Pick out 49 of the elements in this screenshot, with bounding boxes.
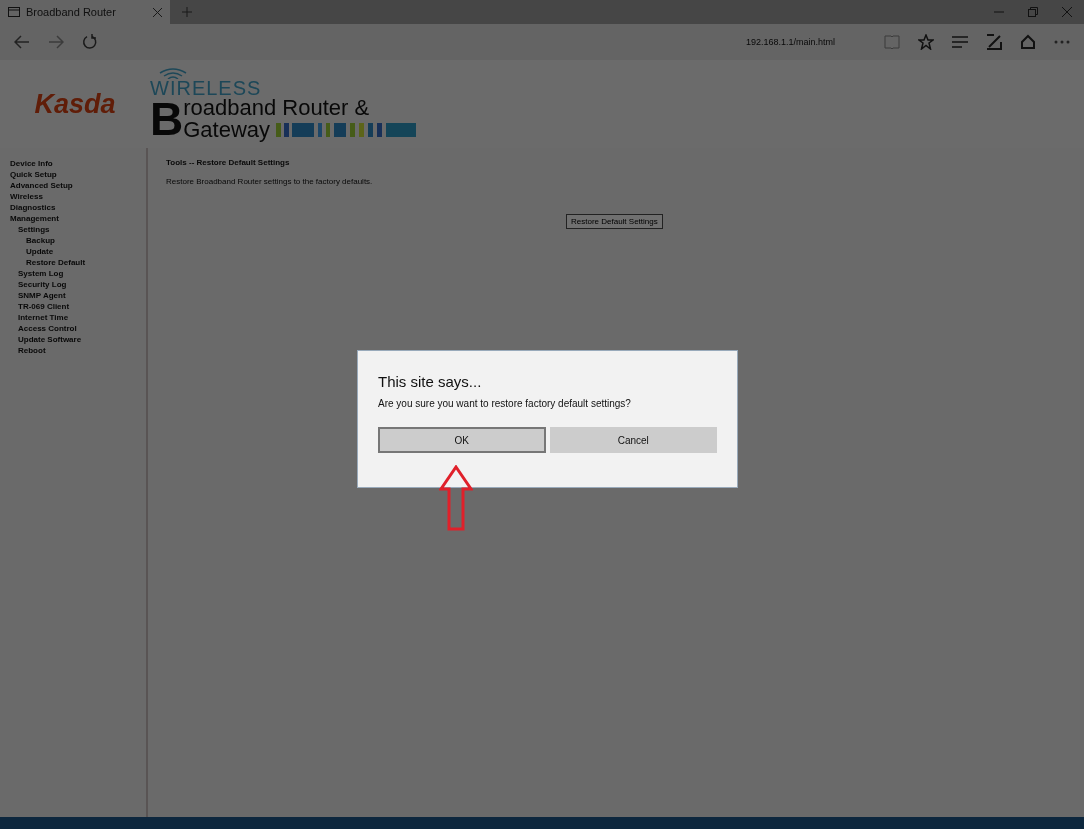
restore-icon[interactable] xyxy=(1028,7,1038,17)
sidebar-item[interactable]: System Log xyxy=(10,268,146,279)
address-bar[interactable]: 192.168.1.1/main.html xyxy=(746,37,866,47)
sidebar-item[interactable]: Update xyxy=(10,246,146,257)
description-text: Restore Broadband Router settings to the factory defaults. xyxy=(166,177,374,186)
sidebar-item[interactable]: SNMP Agent xyxy=(10,290,146,301)
refresh-icon[interactable] xyxy=(82,34,98,50)
banner-title: WIRELESS xyxy=(150,79,262,97)
sidebar-item[interactable]: Diagnostics xyxy=(10,202,146,213)
sidebar-item[interactable]: Backup xyxy=(10,235,146,246)
dialog-title: This site says... xyxy=(378,373,483,390)
sidebar-item[interactable]: Restore Default xyxy=(10,257,146,268)
sidebar-item[interactable]: TR-069 Client xyxy=(10,301,146,312)
star-icon[interactable] xyxy=(918,34,934,50)
reading-view-icon[interactable] xyxy=(884,35,900,49)
sidebar-item[interactable]: Quick Setup xyxy=(10,169,146,180)
restore-default-button[interactable]: Restore Default Settings xyxy=(566,214,663,229)
sidebar-item[interactable]: Security Log xyxy=(10,279,146,290)
back-icon[interactable] xyxy=(14,35,30,49)
tab-title: Broadband Router xyxy=(26,6,116,18)
sidebar-item[interactable]: Wireless xyxy=(10,191,146,202)
close-icon[interactable] xyxy=(1062,7,1072,17)
sidebar-item[interactable]: Update Software xyxy=(10,334,146,345)
dialog-button[interactable]: OK xyxy=(378,427,546,453)
new-tab-icon[interactable] xyxy=(182,7,192,17)
banner-title: Gateway xyxy=(183,119,271,141)
sidebar-item[interactable]: Access Control xyxy=(10,323,146,334)
banner-letter: B xyxy=(150,97,184,141)
dialog-message: Are you sure you want to restore factory default settings? xyxy=(378,398,632,409)
dialog-button[interactable]: Cancel xyxy=(549,427,717,453)
sidebar-item[interactable]: Management xyxy=(10,213,146,224)
sidebar-item[interactable]: Device Info xyxy=(10,158,146,169)
sidebar-item[interactable]: Settings xyxy=(10,224,146,235)
more-icon[interactable] xyxy=(1054,40,1070,44)
close-icon[interactable] xyxy=(153,7,162,17)
page-heading: Tools -- Restore Default Settings xyxy=(166,158,291,167)
pointer-arrow-drawing xyxy=(439,465,473,531)
wifi-waves-icon xyxy=(158,67,188,79)
browser-tab[interactable]: Broadband Router xyxy=(0,0,170,24)
logo: Kasda xyxy=(33,88,117,120)
page-icon xyxy=(8,7,20,17)
sidebar-item[interactable]: Reboot xyxy=(10,345,146,356)
forward-icon[interactable] xyxy=(48,35,64,49)
banner-title: roadband Router & xyxy=(183,97,371,119)
sidebar-item[interactable]: Internet Time xyxy=(10,312,146,323)
hub-icon[interactable] xyxy=(1020,34,1036,50)
menu-icon[interactable] xyxy=(952,36,968,48)
sidebar-item[interactable]: Advanced Setup xyxy=(10,180,146,191)
pen-icon[interactable] xyxy=(986,34,1002,50)
